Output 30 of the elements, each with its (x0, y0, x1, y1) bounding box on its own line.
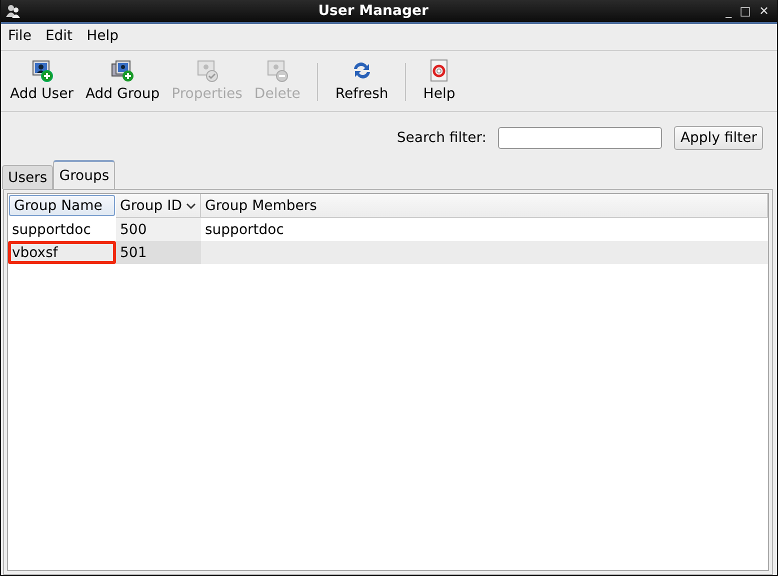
apply-filter-button[interactable]: Apply filter (674, 126, 763, 150)
minimize-button[interactable]: _ (726, 4, 732, 18)
toolbar-button[interactable]: Help (418, 57, 460, 104)
toolbar-button[interactable]: Add Group (80, 57, 165, 104)
toolbar-button[interactable]: Refresh (330, 57, 394, 104)
maximize-button[interactable]: □ (740, 4, 751, 18)
table-cell: vboxsf (8, 241, 116, 264)
menu-item[interactable]: Edit (42, 28, 76, 46)
add-user-icon (30, 59, 54, 83)
table-cell-text: supportdoc (11, 220, 92, 240)
user-remove-icon (265, 59, 290, 83)
user-check-icon (195, 59, 220, 83)
tab[interactable]: Users (2, 165, 54, 189)
menu-item[interactable]: Help (84, 28, 122, 46)
table-cell-text: supportdoc (204, 220, 285, 240)
menu-item[interactable]: File (5, 28, 34, 46)
filter-label: Search filter: (396, 130, 486, 146)
sort-down-icon (186, 202, 196, 208)
table-cell: 501 (116, 241, 201, 264)
table-cell: 500 (116, 218, 201, 241)
column-header[interactable]: Group ID (116, 194, 201, 218)
search-field[interactable] (498, 127, 662, 149)
toolbar-button[interactable]: Add User (5, 57, 78, 104)
tab[interactable]: Groups (53, 160, 116, 189)
users-icon (5, 3, 21, 19)
close-button[interactable]: ✕ (758, 4, 769, 18)
window-title: User Manager (317, 3, 430, 19)
column-header[interactable]: Group Name (9, 195, 115, 216)
column-header[interactable]: Group Members (201, 194, 768, 218)
add-group-icon (110, 59, 135, 83)
